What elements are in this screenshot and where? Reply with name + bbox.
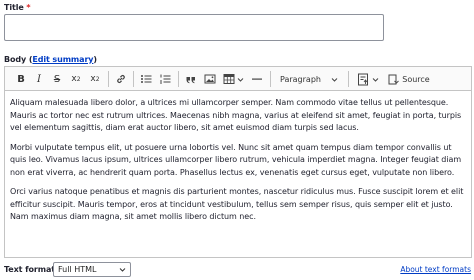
text-format-select[interactable]: Full HTML <box>53 262 131 277</box>
insert-table-button[interactable] <box>221 70 245 88</box>
title-label: Title * <box>4 3 31 12</box>
content-paragraph[interactable]: Morbi vulputate tempus elit, ut posuere … <box>10 142 468 180</box>
link-button[interactable] <box>113 70 129 88</box>
heading-dropdown[interactable]: Paragraph <box>275 70 342 88</box>
chevron-down-icon <box>331 78 338 82</box>
about-text-formats-link[interactable]: About text formats <box>400 265 471 274</box>
link-icon <box>117 74 125 84</box>
insert-image-button[interactable] <box>202 70 218 88</box>
toolbar-separator <box>270 71 271 87</box>
subscript-mark: 2 <box>95 75 100 83</box>
quote-icon <box>186 77 195 84</box>
body-label-paren-close: ) <box>93 55 97 64</box>
image-icon <box>204 74 216 84</box>
numbered-list-icon <box>160 74 171 84</box>
toolbar-separator <box>133 71 134 87</box>
special-characters-icon <box>358 73 368 85</box>
body-label-text: Body <box>4 55 27 64</box>
blockquote-button[interactable] <box>183 70 199 88</box>
editor-toolbar: B I S x2 x2 Paragraph Source <box>5 67 471 91</box>
horizontal-line-button[interactable] <box>249 70 265 88</box>
superscript-button[interactable]: x2 <box>67 70 85 88</box>
source-label: Source <box>402 74 430 84</box>
content-paragraph[interactable]: Aliquam malesuada libero dolor, a ultric… <box>10 97 468 135</box>
toolbar-separator <box>108 71 109 87</box>
chevron-down-icon <box>372 77 379 82</box>
bold-button[interactable]: B <box>13 70 29 88</box>
body-label: Body (Edit summary) <box>4 55 97 64</box>
chevron-down-icon <box>119 268 126 272</box>
edit-summary-link[interactable]: Edit summary <box>32 55 93 64</box>
heading-dropdown-label: Paragraph <box>280 74 321 84</box>
numbered-list-button[interactable] <box>157 70 173 88</box>
required-mark: * <box>26 3 31 12</box>
text-format-selected: Full HTML <box>58 265 97 274</box>
bulleted-list-icon <box>141 75 152 83</box>
bulleted-list-button[interactable] <box>138 70 154 88</box>
title-input[interactable] <box>4 14 384 41</box>
toolbar-separator <box>348 71 349 87</box>
title-label-text: Title <box>4 3 24 12</box>
rich-text-editor: B I S x2 x2 Paragraph Source Aliquam mal… <box>4 66 472 258</box>
source-icon <box>388 74 400 84</box>
chevron-down-icon <box>237 77 243 82</box>
source-button[interactable]: Source <box>387 70 431 88</box>
toolbar-separator <box>178 71 179 87</box>
special-characters-button[interactable] <box>354 70 382 88</box>
text-format-label: Text format <box>4 265 55 274</box>
superscript-mark: 2 <box>76 75 81 83</box>
content-paragraph[interactable]: Orci varius natoque penatibus et magnis … <box>10 186 468 224</box>
editor-content[interactable]: Aliquam malesuada libero dolor, a ultric… <box>10 97 468 231</box>
subscript-button[interactable]: x2 <box>86 70 104 88</box>
table-icon <box>223 74 234 84</box>
italic-button[interactable]: I <box>31 70 47 88</box>
strikethrough-button[interactable]: S <box>49 70 65 88</box>
horizontal-line-icon <box>252 78 262 80</box>
